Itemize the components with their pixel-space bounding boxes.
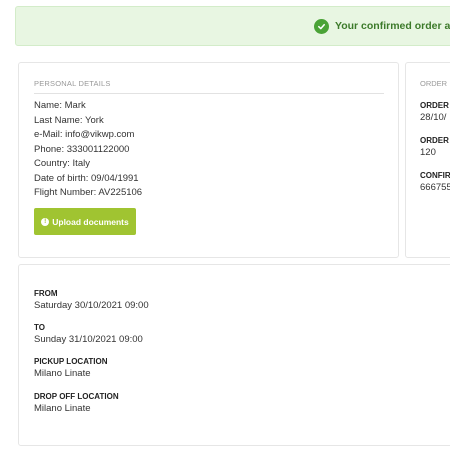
pickup-location-value: Milano Linate [34,368,91,379]
order-field-label: CONFIR [420,171,450,180]
order-field: ORDER 28/10/ [420,101,449,123]
to-block: TO Sunday 31/10/2021 09:00 [34,323,143,345]
from-block: FROM Saturday 30/10/2021 09:00 [34,289,149,311]
pickup-location-label: PICKUP LOCATION [34,357,108,366]
order-details-card: ORDER ORDER 28/10/ ORDER 120 CONFIR 6667… [405,62,450,258]
to-label: TO [34,323,45,332]
order-field-value: 120 [420,147,436,158]
detail-name: Name: Mark [34,100,86,111]
dropoff-block: DROP OFF LOCATION Milano Linate [34,392,119,414]
detail-phone: Phone: 333001122000 [34,143,130,155]
success-alert-text: Your confirmed order at Vi [335,20,450,32]
upload-documents-button[interactable]: ! Upload documents [34,208,136,235]
from-label: FROM [34,289,58,298]
order-field-value: 666755 [420,182,450,193]
order-field-label: ORDER [420,136,449,145]
order-field: CONFIR 666755 [420,171,450,193]
from-value: Saturday 30/10/2021 09:00 [34,300,149,311]
personal-details-list: Name: Mark Last Name: York e-Mail: info@… [34,99,142,201]
to-value: Sunday 31/10/2021 09:00 [34,334,143,345]
order-field: ORDER 120 [420,136,449,158]
personal-details-title: PERSONAL DETAILS [34,79,384,94]
success-alert-content: Your confirmed order at Vi [314,7,450,45]
order-field-value: 28/10/ [420,112,447,123]
upload-documents-label: Upload documents [52,216,129,227]
order-field-label: ORDER [420,101,449,110]
dropoff-location-value: Milano Linate [34,403,91,414]
personal-details-card: PERSONAL DETAILS Name: Mark Last Name: Y… [18,62,399,258]
success-alert: Your confirmed order at Vi [15,6,450,46]
detail-date-of-birth: Date of birth: 09/04/1991 [34,172,139,184]
detail-last-name: Last Name: York [34,114,104,126]
info-icon: ! [41,217,50,226]
pickup-block: PICKUP LOCATION Milano Linate [34,357,107,379]
detail-email: e-Mail: info@vikwp.com [34,129,135,140]
dropoff-location-label: DROP OFF LOCATION [34,392,119,401]
detail-country: Country: Italy [34,158,90,169]
order-details-title: ORDER [420,79,448,88]
rental-details-card: FROM Saturday 30/10/2021 09:00 TO Sunday… [18,264,450,446]
check-circle-icon [314,18,329,34]
detail-flight-number: Flight Number: AV225106 [34,187,143,198]
